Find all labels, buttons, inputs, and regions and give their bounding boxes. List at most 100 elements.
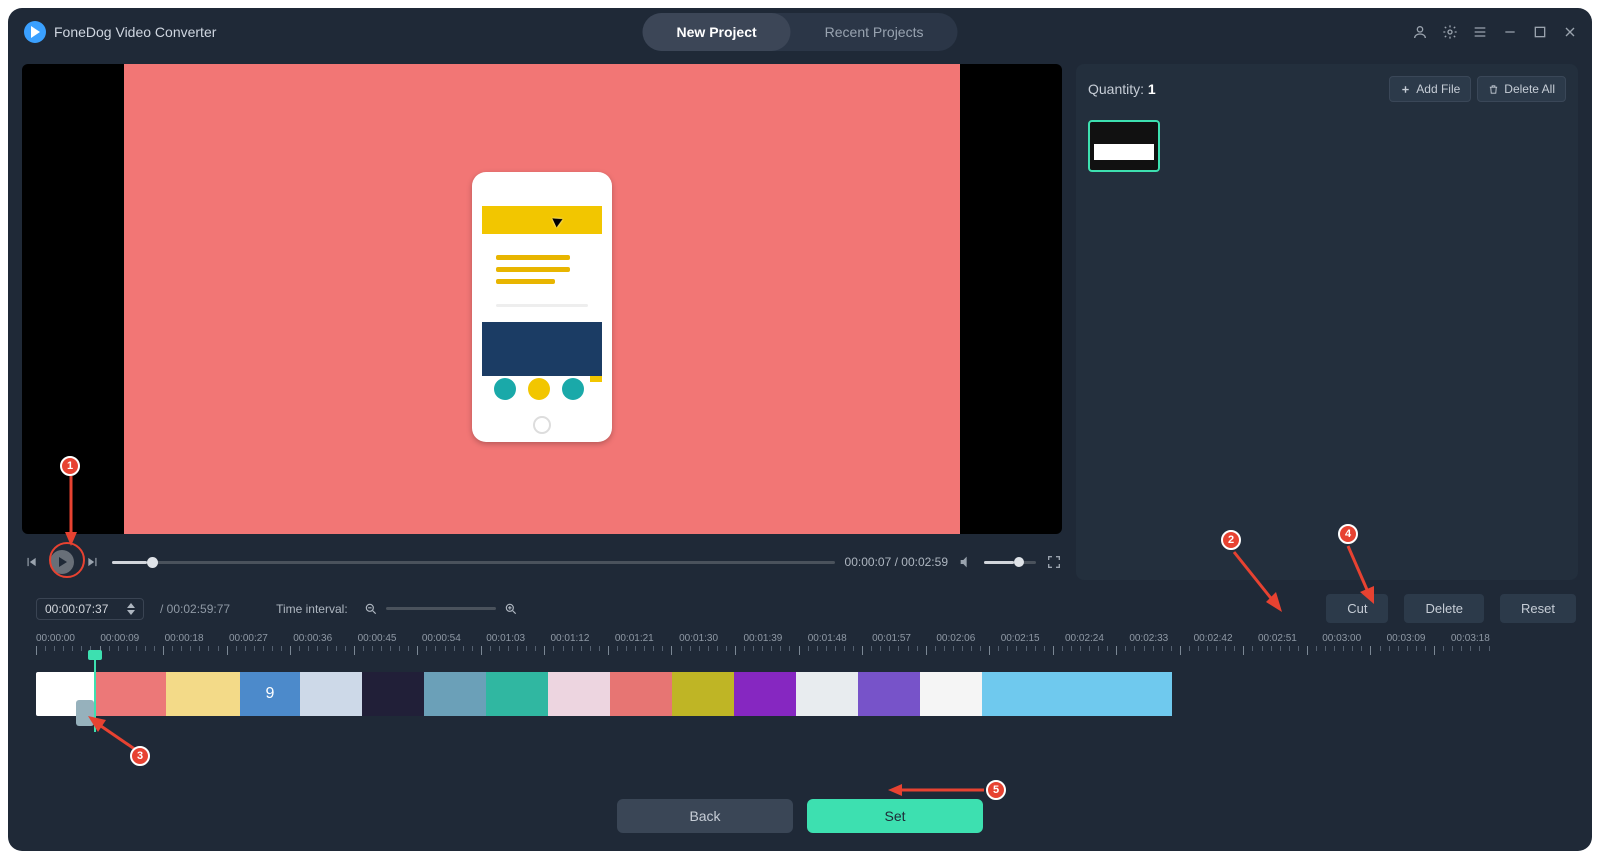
set-button[interactable]: Set (807, 799, 983, 833)
ruler-label: 00:03:18 (1451, 633, 1490, 644)
ruler-label: 00:02:24 (1065, 633, 1104, 644)
stepper-up-icon[interactable] (127, 603, 135, 608)
zoom-control (364, 602, 518, 616)
menu-icon[interactable] (1472, 24, 1488, 40)
clip-thumb (424, 672, 486, 716)
volume-icon[interactable] (958, 554, 974, 570)
quantity-label: Quantity: 1 (1088, 81, 1156, 97)
reset-button[interactable]: Reset (1500, 594, 1576, 623)
ruler-label: 00:00:00 (36, 633, 75, 644)
timecode-stepper[interactable] (127, 603, 135, 615)
app-window: FoneDog Video Converter New Project Rece… (8, 8, 1592, 851)
clip-thumb (166, 672, 240, 716)
clip-thumb (858, 672, 920, 716)
clip-thumb (96, 672, 166, 716)
annotation-badge-1: 1 (60, 456, 80, 476)
seek-slider[interactable] (112, 561, 835, 564)
settings-icon[interactable] (1442, 24, 1458, 40)
timeline-ruler: 00:00:00 00:00:09 00:00:18 00:00:27 00:00:36… (8, 633, 1592, 658)
playback-controls: 00:00:07 / 00:02:59 (22, 544, 1062, 580)
timecode-input[interactable] (45, 602, 121, 616)
ruler-label: 00:01:39 (743, 633, 782, 644)
annotation-arrow-1 (62, 476, 80, 548)
video-frame (124, 64, 960, 534)
ruler-ticks (36, 646, 1490, 658)
clip-thumb: 9 (240, 672, 300, 716)
ruler-label: 00:00:45 (358, 633, 397, 644)
time-interval-label: Time interval: (276, 602, 348, 616)
annotation-badge-4: 4 (1338, 524, 1358, 544)
preview-column: 00:00:07 / 00:02:59 (22, 64, 1062, 580)
app-title: FoneDog Video Converter (54, 24, 216, 40)
clip-thumb (486, 672, 548, 716)
stepper-down-icon[interactable] (127, 610, 135, 615)
account-icon[interactable] (1412, 24, 1428, 40)
video-preview (22, 64, 1062, 534)
annotation-arrow-3 (84, 712, 140, 754)
delete-all-button[interactable]: Delete All (1477, 76, 1566, 102)
ruler-label: 00:03:09 (1387, 633, 1426, 644)
fullscreen-icon[interactable] (1046, 554, 1062, 570)
duration-label: / 00:02:59:77 (160, 602, 230, 616)
zoom-in-icon[interactable] (504, 602, 518, 616)
playback-time: 00:00:07 / 00:02:59 (845, 555, 948, 569)
annotation-badge-2: 2 (1221, 530, 1241, 550)
ruler-label: 00:03:00 (1322, 633, 1361, 644)
tab-new-project[interactable]: New Project (643, 13, 791, 51)
clip-thumb (920, 672, 982, 716)
project-tabs: New Project Recent Projects (643, 13, 958, 51)
ruler-label: 00:01:57 (872, 633, 911, 644)
app-logo-icon (24, 21, 46, 43)
side-panel: Quantity: 1 Add File Delete All (1076, 64, 1578, 580)
clip-thumb (796, 672, 858, 716)
bottom-buttons: Back Set (8, 799, 1592, 833)
ruler-label: 00:02:51 (1258, 633, 1297, 644)
clip-thumb (982, 672, 1172, 716)
ruler-label: 00:00:36 (293, 633, 332, 644)
ruler-label: 00:00:09 (100, 633, 139, 644)
delete-button[interactable]: Delete (1404, 594, 1484, 623)
titlebar: FoneDog Video Converter New Project Rece… (8, 8, 1592, 56)
clip-thumb (548, 672, 610, 716)
minimize-icon[interactable] (1502, 24, 1518, 40)
add-file-button[interactable]: Add File (1389, 76, 1471, 102)
clip-thumbnail[interactable] (1088, 120, 1160, 172)
ruler-label: 00:01:30 (679, 633, 718, 644)
clip-thumb (300, 672, 362, 716)
volume-slider[interactable] (984, 561, 1036, 564)
clip-thumb (362, 672, 424, 716)
ruler-label: 00:00:27 (229, 633, 268, 644)
annotation-arrow-2 (1230, 548, 1290, 620)
ruler-label: 00:00:54 (422, 633, 461, 644)
annotation-badge-3: 3 (130, 746, 150, 766)
maximize-icon[interactable] (1532, 24, 1548, 40)
ruler-label: 00:01:12 (551, 633, 590, 644)
step-back-icon[interactable] (22, 553, 40, 571)
video-content-phone (472, 172, 612, 442)
zoom-out-icon[interactable] (364, 602, 378, 616)
ruler-labels: 00:00:00 00:00:09 00:00:18 00:00:27 00:00:36… (36, 633, 1490, 644)
step-forward-icon[interactable] (84, 553, 102, 571)
main-area: 00:00:07 / 00:02:59 Quantity: 1 Add File… (8, 56, 1592, 584)
filmstrip[interactable]: 9 (36, 672, 1296, 716)
close-icon[interactable] (1562, 24, 1578, 40)
clip-thumb (610, 672, 672, 716)
back-button[interactable]: Back (617, 799, 793, 833)
annotation-badge-5: 5 (986, 780, 1006, 800)
clip-thumb (734, 672, 796, 716)
ruler-label: 00:01:48 (808, 633, 847, 644)
clip-thumb (672, 672, 734, 716)
ruler-label: 00:02:33 (1129, 633, 1168, 644)
ruler-label: 00:02:42 (1194, 633, 1233, 644)
app-logo-wrap: FoneDog Video Converter (24, 21, 216, 43)
side-panel-header: Quantity: 1 Add File Delete All (1088, 76, 1566, 102)
ruler-label: 00:00:18 (165, 633, 204, 644)
tab-recent-projects[interactable]: Recent Projects (791, 13, 958, 51)
zoom-slider[interactable] (386, 607, 496, 610)
timecode-input-wrap (36, 598, 144, 620)
filmstrip-wrap: 9 (8, 672, 1592, 716)
ruler-label: 00:01:03 (486, 633, 525, 644)
ruler-label: 00:02:06 (936, 633, 975, 644)
window-controls (1412, 24, 1578, 40)
ruler-label: 00:01:21 (615, 633, 654, 644)
